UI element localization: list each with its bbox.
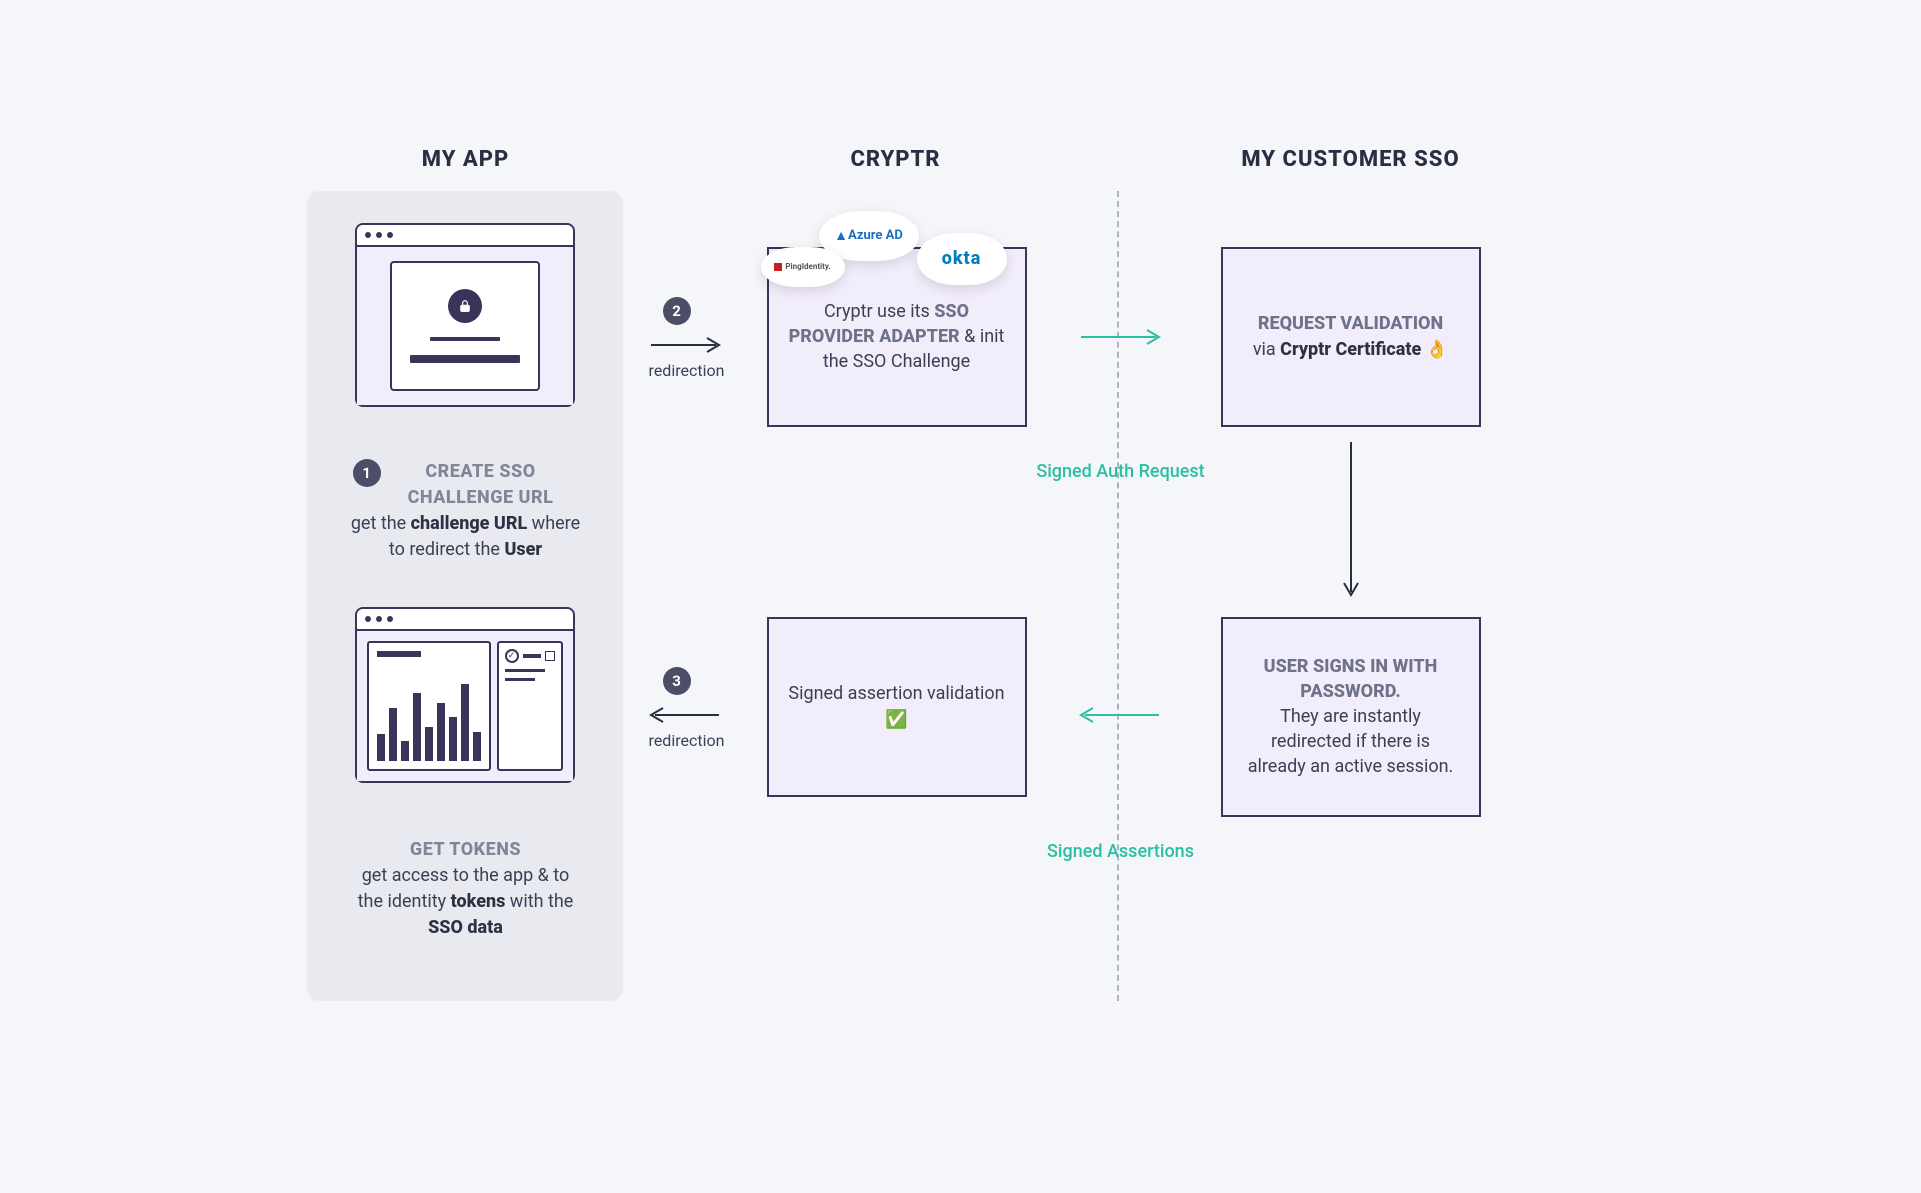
label-signed-auth-request: Signed Auth Request (1031, 461, 1211, 482)
arrow-sso-down (1341, 437, 1361, 607)
label-signed-assertions: Signed Assertions (1031, 841, 1211, 862)
arrow-step-2 (641, 335, 731, 355)
step-badge-3: 3 (663, 667, 691, 695)
step-3-label: redirection (637, 731, 737, 750)
column-header-myapp: MY APP (306, 147, 626, 172)
cryptr-validation-box: Signed assertion validation ✅ (767, 617, 1027, 797)
lock-icon (448, 289, 482, 323)
step-badge-2: 2 (663, 297, 691, 325)
column-divider (1117, 191, 1119, 1001)
provider-badge-okta: okta (917, 233, 1007, 285)
arrow-step-3 (641, 705, 731, 725)
provider-badge-ping: PingIdentity. (761, 247, 845, 287)
column-header-customer-sso: MY CUSTOMER SSO (1201, 147, 1501, 172)
step-1-caption: CREATE SSO CHALLENGE URL get the challen… (351, 459, 581, 563)
browser-window-dashboard: ✓ (355, 607, 575, 783)
sso-signin-box: USER SIGNS IN WITH PASSWORD. They are in… (1221, 617, 1481, 817)
sso-request-validation-box: REQUEST VALIDATION via Cryptr Certificat… (1221, 247, 1481, 427)
arrow-signed-assertions (1071, 705, 1171, 725)
browser-window-login (355, 223, 575, 407)
get-tokens-caption: GET TOKENS get access to the app & to th… (351, 837, 581, 941)
step-2-label: redirection (637, 361, 737, 380)
column-header-cryptr: CRYPTR (771, 147, 1021, 172)
arrow-signed-auth-request (1071, 327, 1171, 347)
